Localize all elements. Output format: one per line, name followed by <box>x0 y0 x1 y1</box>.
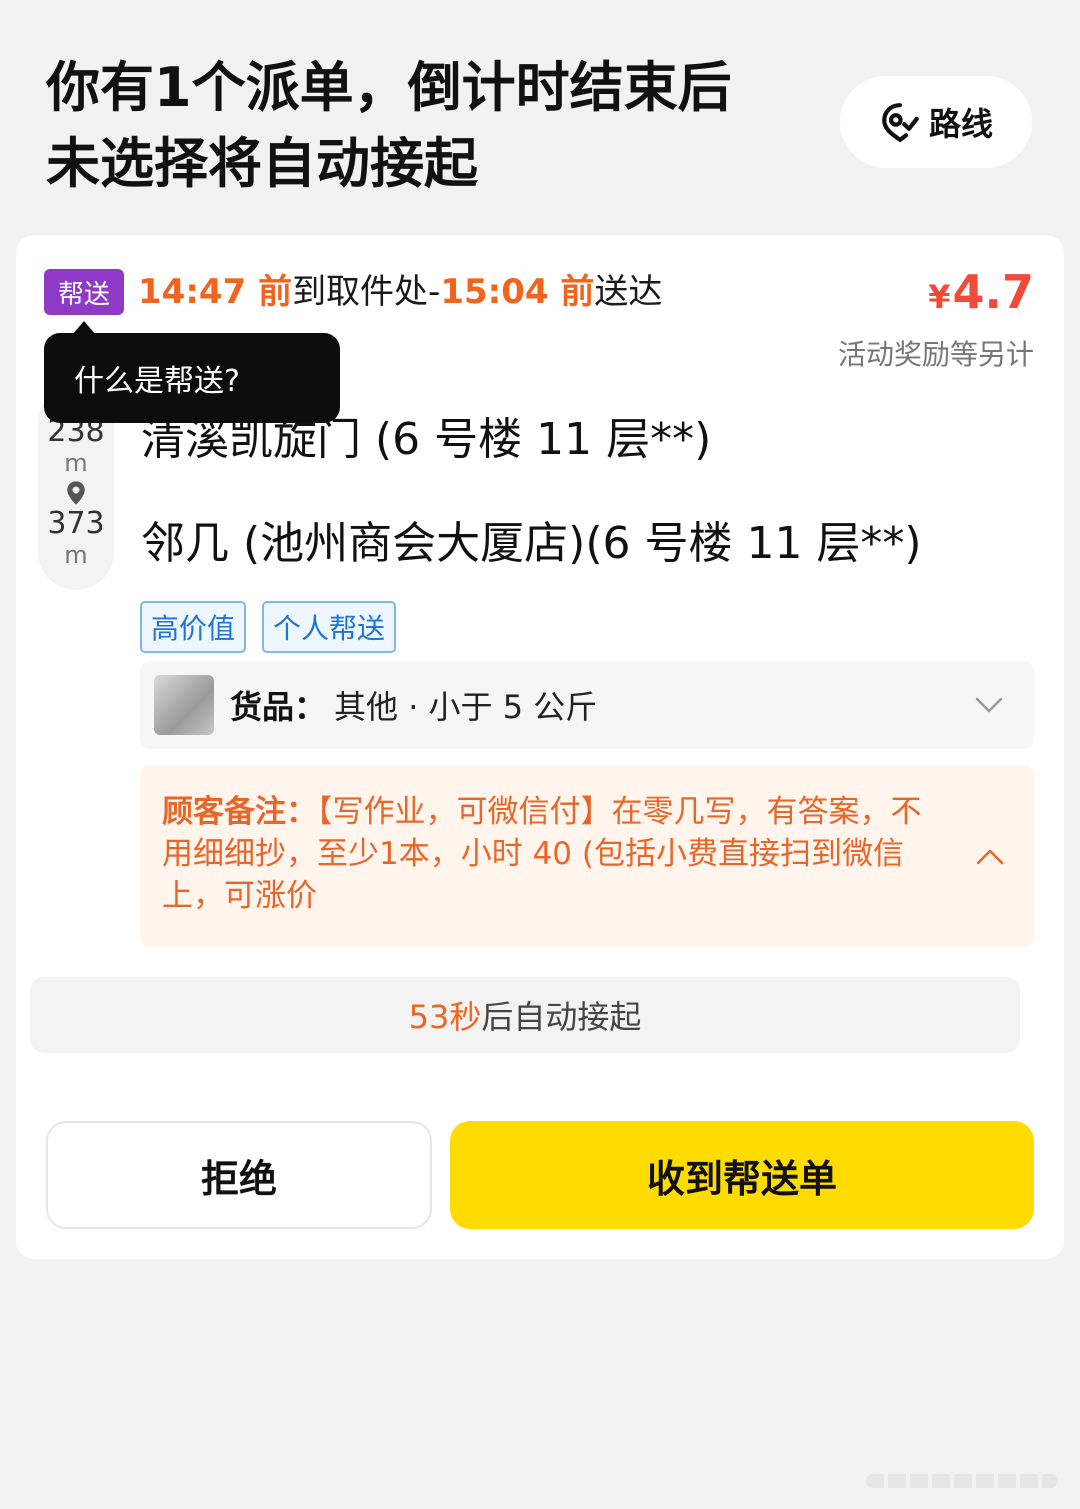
chevron-up-icon[interactable] <box>974 843 1006 871</box>
distance-2-value: 373 <box>47 506 105 541</box>
distance-2-unit: m <box>64 541 88 569</box>
title-line-2: 未选择将自动接起 <box>46 132 478 195</box>
countdown-seconds: 53秒 <box>408 998 482 1036</box>
goods-value: 其他 · 小于 5 公斤 <box>334 688 598 726</box>
pickup-time: 14:47 前 <box>138 272 293 312</box>
chip-personal-delivery: 个人帮送 <box>262 601 397 653</box>
price-note: 活动奖励等另计 <box>837 338 1034 371</box>
countdown-text: 后自动接起 <box>481 998 642 1036</box>
dropoff-address: 邻几 (池州商会大厦店)(6 号楼 11 层**) <box>141 518 922 569</box>
order-card: 帮送 14:47 前到取件处-15:04 前送达 ¥4.7 活动奖励等另计 什么… <box>16 235 1064 1259</box>
accept-button[interactable]: 收到帮送单 <box>450 1121 1034 1229</box>
delivery-timeline: 14:47 前到取件处-15:04 前送达 <box>138 271 662 313</box>
goods-label: 货品： <box>230 688 327 726</box>
auto-accept-countdown: 53秒 后自动接起 <box>30 977 1020 1053</box>
deliver-time: 15:04 前 <box>440 272 595 312</box>
reject-button[interactable]: 拒绝 <box>46 1121 432 1229</box>
goods-row[interactable]: 货品： 其他 · 小于 5 公斤 <box>140 661 1034 749</box>
chip-high-value: 高价值 <box>140 601 247 653</box>
route-label: 路线 <box>928 105 993 143</box>
help-tooltip[interactable]: 什么是帮送? <box>44 321 340 423</box>
route-button[interactable]: 路线 <box>840 76 1032 168</box>
pickup-text: 到取件处- <box>292 272 441 312</box>
order-price: ¥4.7 <box>928 265 1034 319</box>
page-title: 你有1个派单，倒计时结束后 未选择将自动接起 <box>46 50 806 202</box>
order-chips: 高价值 个人帮送 <box>140 601 397 653</box>
price-currency: ¥ <box>928 278 951 316</box>
remark-label: 顾客备注： <box>162 794 317 830</box>
price-value: 4.7 <box>952 265 1035 319</box>
goods-thumbnail <box>154 675 214 735</box>
watermark <box>866 1474 1058 1488</box>
order-type-tag[interactable]: 帮送 <box>44 269 124 315</box>
title-line-1: 你有1个派单，倒计时结束后 <box>46 56 732 119</box>
deliver-text: 送达 <box>594 272 663 312</box>
chevron-down-icon[interactable] <box>974 691 1004 719</box>
location-pin-icon <box>67 481 85 505</box>
distance-1-unit: m <box>64 449 88 477</box>
customer-remark: 顾客备注：【写作业，可微信付】在零几写，有答案，不用细细抄，至少1本，小时 40… <box>140 765 1034 947</box>
route-icon <box>882 103 919 143</box>
